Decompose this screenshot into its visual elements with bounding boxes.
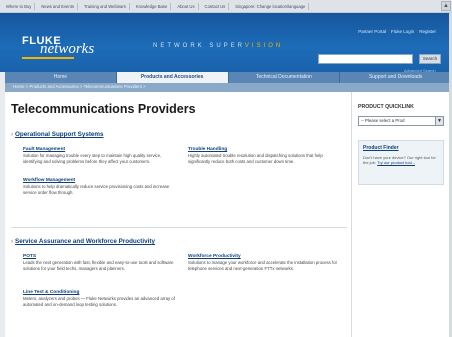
item-title-workflow-management[interactable]: Workflow Management	[23, 178, 181, 183]
logo-underline	[22, 57, 74, 59]
utility-link-training[interactable]: Training and Webinars	[81, 2, 130, 10]
item-description: Solutions to help dramatically reduce se…	[23, 184, 170, 195]
page-title: Telecommunications Providers	[11, 102, 196, 116]
header-link-register[interactable]: Register	[419, 29, 436, 34]
search-input[interactable]	[318, 54, 413, 64]
site-header: FLUKE networks NETWORK SUPERVISION Partn…	[0, 13, 452, 73]
sidebar-quicklink-heading: PRODUCT QUICKLINK	[358, 104, 414, 110]
section-heading-service-assurance[interactable]: › Service Assurance and Workforce Product…	[11, 238, 155, 245]
item-description: Meters, analyzers and probes — Fluke Net…	[23, 296, 175, 307]
header-link-login[interactable]: Fluke Login	[391, 29, 414, 34]
nav-tab-technical-documentation[interactable]: Technical Documentation	[228, 72, 341, 83]
item-title-trouble-handling[interactable]: Trouble Handling	[188, 147, 346, 152]
arrow-right-icon: ›	[11, 132, 13, 138]
tagline: NETWORK SUPERVISION	[153, 43, 283, 49]
list-item: POTS Leads the next generation with fast…	[23, 254, 181, 271]
product-quicklink-select[interactable]: -- Please select a Prod ▼	[358, 116, 444, 126]
list-item: Fault Management Solution for managing t…	[23, 147, 181, 164]
header-links: Partner Portal Fluke Login Register	[358, 29, 436, 34]
breadcrumb-bar: Home > Products and Accessories > Teleco…	[5, 83, 452, 92]
nav-tab-home[interactable]: Home	[5, 72, 117, 83]
product-finder-title[interactable]: Product Finder	[363, 145, 399, 151]
chevron-down-icon[interactable]: ▼	[435, 117, 443, 125]
product-finder-text: Don't have your device? Our right tool f…	[363, 155, 441, 165]
list-item: Trouble Handling Highly automated troubl…	[188, 147, 346, 164]
utility-link-knowledge-base[interactable]: Knowledge Base	[133, 2, 172, 10]
utility-link-news-events[interactable]: News and Events	[38, 2, 78, 10]
item-title-fault-management[interactable]: Fault Management	[23, 147, 181, 152]
utility-link-location[interactable]: Singapore: Change location/language	[232, 2, 310, 10]
nav-tab-products[interactable]: Products and Accessories	[116, 72, 229, 83]
tagline-accent: VISION	[244, 43, 284, 49]
list-item: Line Test & Conditioning Meters, analyze…	[23, 290, 181, 307]
utility-link-where-to-buy[interactable]: Where to Buy	[3, 2, 36, 10]
list-item: Workforce Productivity Solutions to mana…	[188, 254, 346, 271]
header-link-partner-portal[interactable]: Partner Portal	[358, 29, 386, 34]
item-description: Leads the next generation with fast, fle…	[23, 260, 174, 271]
main-nav: Home Products and Accessories Technical …	[5, 72, 452, 83]
utility-link-about-us[interactable]: About Us	[174, 2, 199, 10]
item-description: Solution for managing trouble every step…	[23, 153, 162, 164]
select-value: -- Please select a Prod	[361, 118, 405, 123]
product-finder-box: Product Finder Don't have your device? O…	[358, 140, 444, 185]
arrow-right-icon: ›	[11, 239, 13, 245]
section-heading-label[interactable]: Service Assurance and Workforce Producti…	[15, 238, 155, 245]
search-button[interactable]: Search	[419, 54, 441, 64]
item-description: Solutions to manage your workforce and a…	[188, 260, 338, 271]
item-title-pots[interactable]: POTS	[23, 254, 181, 259]
item-description: Highly automated trouble resolution and …	[188, 153, 323, 164]
breadcrumb[interactable]: Home > Products and Accessories > Teleco…	[13, 84, 146, 89]
utility-link-contact-us[interactable]: Contact Us	[202, 2, 230, 10]
tagline-prefix: NETWORK SUPER	[153, 43, 245, 49]
product-finder-link[interactable]: Try our product tool...	[377, 160, 415, 165]
item-title-workforce-productivity[interactable]: Workforce Productivity	[188, 254, 346, 259]
section-heading-oss[interactable]: › Operational Support Systems	[11, 131, 104, 138]
scroll-up-arrow-icon[interactable]: ▲	[441, 1, 451, 11]
list-item: Workflow Management Solutions to help dr…	[23, 178, 181, 195]
logo-networks-text[interactable]: networks	[40, 41, 94, 58]
section-heading-label[interactable]: Operational Support Systems	[15, 131, 104, 138]
section-divider	[11, 227, 347, 228]
main-content: Telecommunications Providers › Operationa…	[5, 92, 351, 337]
nav-tab-support[interactable]: Support and Downloads	[340, 72, 452, 83]
sidebar: PRODUCT QUICKLINK -- Please select a Pro…	[351, 92, 449, 337]
item-title-line-test[interactable]: Line Test & Conditioning	[23, 290, 181, 295]
utility-bar: Where to Buy News and Events Training an…	[0, 0, 452, 13]
